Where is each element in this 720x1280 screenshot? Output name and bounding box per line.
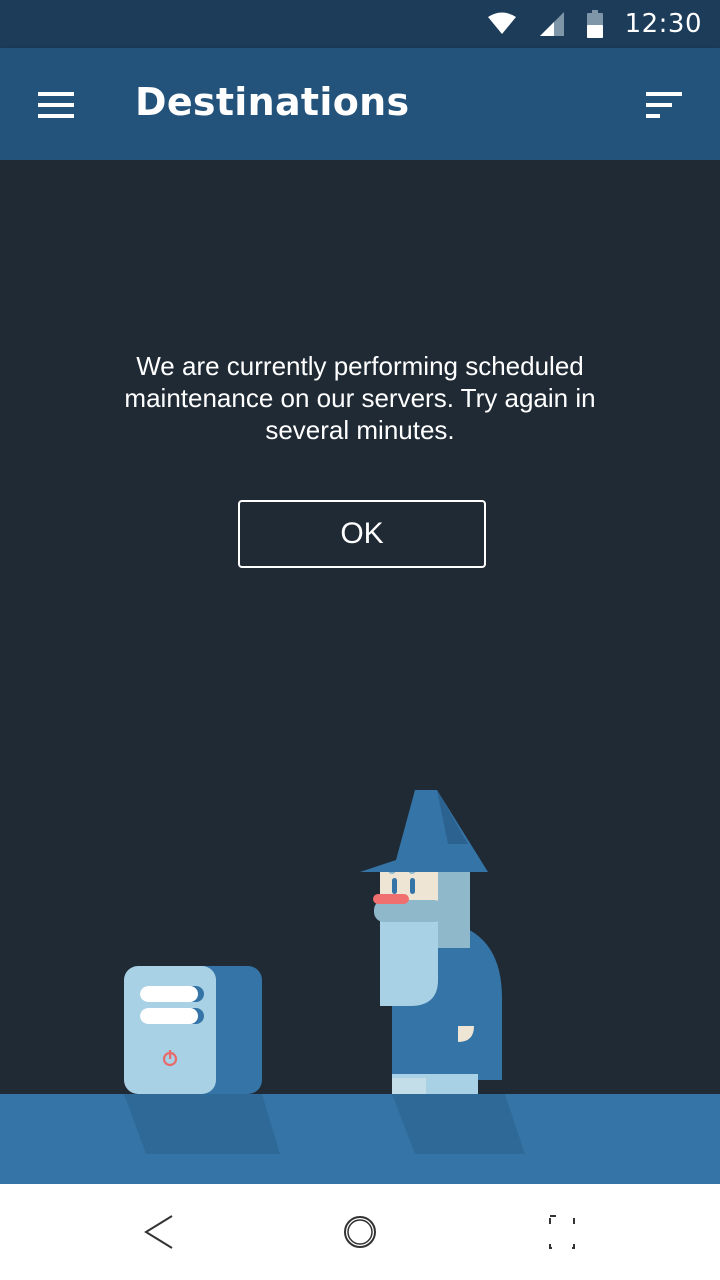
maintenance-message: We are currently performing scheduled ma…: [124, 351, 596, 445]
maintenance-screen: We are currently performing scheduled ma…: [0, 160, 720, 1184]
status-time: 12:30: [624, 9, 702, 39]
home-icon: [344, 1216, 376, 1248]
sort-button[interactable]: [644, 92, 684, 120]
ground: [0, 1094, 720, 1184]
home-button[interactable]: [336, 1208, 384, 1256]
wizard-illustration: [0, 790, 720, 1184]
battery-icon: [586, 10, 603, 38]
back-icon: [144, 1215, 173, 1249]
page-title: Destinations: [135, 80, 410, 124]
signal-icon: [539, 11, 565, 37]
app-bar: Destinations: [0, 48, 720, 160]
back-button[interactable]: [136, 1208, 184, 1256]
menu-icon: [38, 92, 74, 118]
sort-icon: [646, 92, 682, 118]
server-icon: [124, 966, 262, 1094]
wifi-icon: [487, 12, 517, 36]
recents-button[interactable]: [538, 1208, 586, 1256]
ok-button[interactable]: OK: [238, 500, 486, 568]
wizard: [360, 790, 502, 1094]
recents-icon: [549, 1215, 575, 1249]
menu-button[interactable]: [38, 92, 74, 118]
navigation-bar: [0, 1184, 720, 1280]
status-bar: 12:30: [0, 0, 720, 48]
